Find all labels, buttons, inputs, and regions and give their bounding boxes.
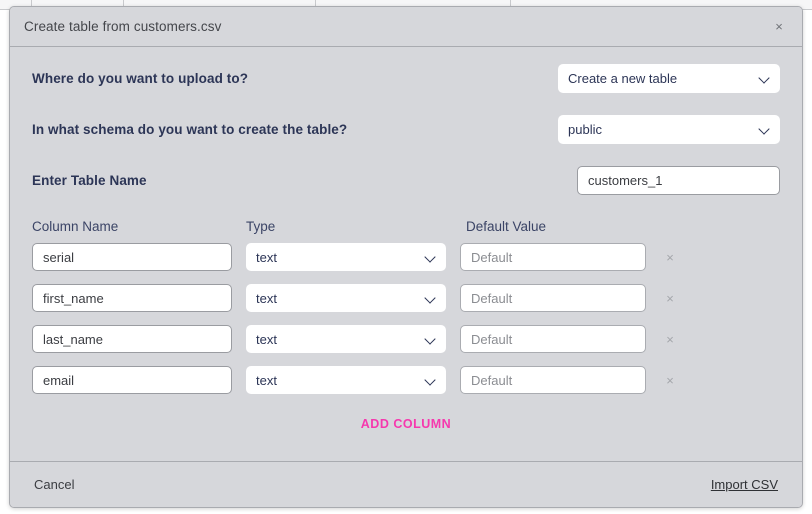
column-name-cell xyxy=(32,284,232,312)
column-type-select[interactable]: text xyxy=(246,366,446,394)
column-default-input[interactable] xyxy=(460,243,646,271)
column-type-cell: text xyxy=(246,284,446,312)
upload-target-label: Where do you want to upload to? xyxy=(32,70,249,86)
schema-label: In what schema do you want to create the… xyxy=(32,121,348,137)
upload-target-value: Create a new table xyxy=(568,70,678,86)
column-type-select-wrap: text xyxy=(246,366,446,394)
column-name-header: Column Name xyxy=(32,219,119,234)
column-default-input[interactable] xyxy=(460,325,646,353)
table-row: text × xyxy=(32,366,780,394)
upload-target-select-wrap: Create a new table xyxy=(558,63,780,93)
modal-body: Where do you want to upload to? Create a… xyxy=(10,47,802,461)
chevron-down-icon xyxy=(759,73,770,84)
column-remove-cell: × xyxy=(652,331,688,348)
chevron-down-icon xyxy=(425,375,436,386)
column-default-cell xyxy=(460,366,646,394)
modal-footer: Cancel Import CSV xyxy=(10,461,802,507)
add-column-wrap: ADD COLUMN xyxy=(32,413,780,435)
column-default-cell xyxy=(460,243,646,271)
column-type-select[interactable]: text xyxy=(246,325,446,353)
columns-header-row: Column Name Type Default Value xyxy=(32,219,780,234)
remove-row-icon[interactable]: × xyxy=(660,331,680,348)
cancel-button[interactable]: Cancel xyxy=(32,474,76,495)
remove-row-icon[interactable]: × xyxy=(660,290,680,307)
column-type-cell: text xyxy=(246,366,446,394)
column-type-select[interactable]: text xyxy=(246,284,446,312)
remove-row-icon[interactable]: × xyxy=(660,372,680,389)
chevron-down-icon xyxy=(425,334,436,345)
column-type-cell: text xyxy=(246,243,446,271)
schema-value: public xyxy=(568,121,602,137)
import-csv-button[interactable]: Import CSV xyxy=(709,474,780,495)
table-row: text × xyxy=(32,243,780,271)
modal-title: Create table from customers.csv xyxy=(24,19,222,34)
column-type-value: text xyxy=(256,372,277,388)
table-name-input-wrap xyxy=(577,165,780,195)
page-root: Create table from customers.csv × Where … xyxy=(0,0,812,514)
chevron-down-icon xyxy=(425,293,436,304)
column-type-select[interactable]: text xyxy=(246,243,446,271)
column-default-header: Default Value xyxy=(466,219,547,234)
column-type-value: text xyxy=(256,290,277,306)
column-type-select-wrap: text xyxy=(246,243,446,271)
table-name-input[interactable] xyxy=(577,165,780,195)
column-name-cell xyxy=(32,243,232,271)
schema-row: In what schema do you want to create the… xyxy=(32,114,780,144)
column-default-input[interactable] xyxy=(460,284,646,312)
column-type-cell: text xyxy=(246,325,446,353)
upload-target-row: Where do you want to upload to? Create a… xyxy=(32,63,780,93)
table-row: text × xyxy=(32,325,780,353)
column-remove-cell: × xyxy=(652,372,688,389)
column-remove-cell: × xyxy=(652,249,688,266)
column-name-cell xyxy=(32,325,232,353)
column-name-input[interactable] xyxy=(32,284,232,312)
create-table-modal: Create table from customers.csv × Where … xyxy=(9,6,803,508)
add-column-button[interactable]: ADD COLUMN xyxy=(353,413,459,435)
column-default-cell xyxy=(460,325,646,353)
chevron-down-icon xyxy=(759,124,770,135)
remove-row-icon[interactable]: × xyxy=(660,249,680,266)
close-icon[interactable]: × xyxy=(768,16,790,38)
column-name-input[interactable] xyxy=(32,325,232,353)
column-default-cell xyxy=(460,284,646,312)
column-type-select-wrap: text xyxy=(246,284,446,312)
upload-target-select[interactable]: Create a new table xyxy=(558,63,780,93)
column-name-input[interactable] xyxy=(32,243,232,271)
column-remove-cell: × xyxy=(652,290,688,307)
chevron-down-icon xyxy=(425,252,436,263)
column-name-cell xyxy=(32,366,232,394)
column-type-select-wrap: text xyxy=(246,325,446,353)
table-name-label: Enter Table Name xyxy=(32,172,147,188)
column-type-header: Type xyxy=(246,219,276,234)
column-type-value: text xyxy=(256,331,277,347)
table-name-row: Enter Table Name xyxy=(32,165,780,195)
table-row: text × xyxy=(32,284,780,312)
column-type-value: text xyxy=(256,249,277,265)
schema-select-wrap: public xyxy=(558,114,780,144)
column-default-input[interactable] xyxy=(460,366,646,394)
column-name-input[interactable] xyxy=(32,366,232,394)
schema-select[interactable]: public xyxy=(558,114,780,144)
modal-header: Create table from customers.csv × xyxy=(10,7,802,47)
